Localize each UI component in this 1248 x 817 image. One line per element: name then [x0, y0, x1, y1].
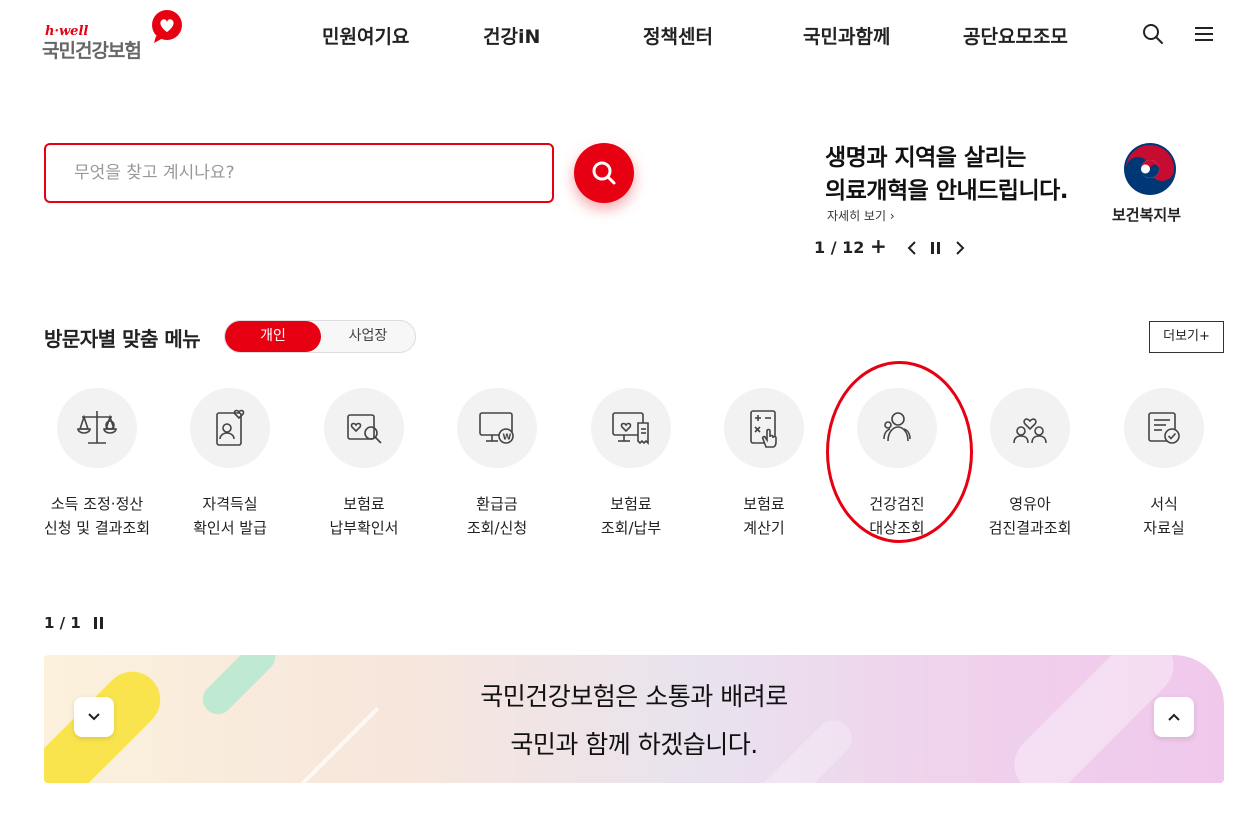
- menu-label: 환급금 조회/신청: [466, 495, 528, 537]
- taegeuk-logo-icon: [1124, 143, 1176, 195]
- banner-plus-button[interactable]: +: [870, 234, 887, 258]
- pause-icon[interactable]: [93, 616, 105, 630]
- menu-icon-circle: [190, 388, 270, 468]
- menu-label: 영유아 검진결과조회: [988, 495, 1072, 537]
- menu-item-infant-checkup[interactable]: 영유아 검진결과조회: [963, 388, 1097, 548]
- document-search-icon: [347, 414, 382, 444]
- menu-icon-circle: [591, 388, 671, 468]
- logo[interactable]: h·well 국민건강보험: [42, 10, 192, 62]
- hamburger-menu-icon[interactable]: [1192, 22, 1216, 46]
- menu-item-eligibility-cert[interactable]: 자격득실 확인서 발급: [163, 388, 297, 548]
- nav-item-policy-center[interactable]: 정책센터: [643, 22, 713, 49]
- calculator-icon: [750, 410, 777, 448]
- menu-label: 보험료 계산기: [743, 495, 785, 537]
- menu-label: 보험료 납부확인서: [329, 495, 399, 537]
- menu-icon-circle: [990, 388, 1070, 468]
- search-button[interactable]: [574, 143, 634, 203]
- nav-item-minwon[interactable]: 민원여기요: [322, 22, 409, 49]
- menu-pager: 1 / 1: [44, 614, 81, 632]
- pause-icon[interactable]: [926, 237, 946, 259]
- chevron-up-icon[interactable]: [1154, 697, 1194, 737]
- menu-icon-circle: [57, 388, 137, 468]
- prev-arrow-icon[interactable]: [902, 237, 922, 259]
- visitor-type-toggle: 개인 사업장: [224, 320, 416, 353]
- tab-workplace[interactable]: 사업장: [321, 321, 415, 352]
- menu-icon-circle: [1124, 388, 1204, 468]
- menu-item-premium-calculator[interactable]: 보험료 계산기: [697, 388, 831, 548]
- menu-item-premium-payment[interactable]: 보험료 조회/납부: [564, 388, 698, 548]
- gov-org-name: 보건복지부: [1112, 206, 1182, 224]
- menu-item-refund[interactable]: W 환급금 조회/신청: [430, 388, 564, 548]
- family-heart-icon: [1013, 418, 1047, 444]
- more-button[interactable]: 더보기+: [1149, 321, 1224, 353]
- menu-label: 자격득실 확인서 발급: [193, 495, 267, 537]
- id-certificate-icon: [216, 409, 245, 446]
- banner-more-link[interactable]: 자세히 보기 ›: [827, 207, 895, 224]
- scale-icon: [77, 411, 117, 444]
- slogan-text: 국민건강보험은 소통과 배려로 국민과 함께 하겠습니다.: [480, 682, 788, 759]
- menu-item-payment-cert[interactable]: 보험료 납부확인서: [297, 388, 431, 548]
- menu-icon-circle: [724, 388, 804, 468]
- nav-item-about[interactable]: 공단요모조모: [963, 22, 1068, 49]
- menu-label: 소득 조정·정산 신청 및 결과조회: [43, 495, 151, 537]
- menu-item-checkup-target[interactable]: 건강검진 대상조회: [830, 388, 964, 548]
- next-arrow-icon[interactable]: [950, 237, 970, 259]
- section-title: 방문자별 맞춤 메뉴: [44, 327, 201, 351]
- tab-individual[interactable]: 개인: [225, 321, 321, 352]
- menu-label: 보험료 조회/납부: [600, 495, 662, 537]
- search-box: [44, 143, 554, 203]
- monitor-receipt-icon: [612, 412, 649, 445]
- slogan-banner: 국민건강보험은 소통과 배려로 국민과 함께 하겠습니다.: [44, 655, 1224, 783]
- search-icon[interactable]: [1141, 22, 1165, 46]
- search-input[interactable]: [74, 158, 524, 188]
- menu-icon-circle: [324, 388, 404, 468]
- svg-text:W: W: [503, 433, 512, 442]
- banner-counter: 1 / 12: [814, 238, 865, 257]
- chevron-down-icon[interactable]: [74, 697, 114, 737]
- menu-item-income-adjust[interactable]: 소득 조정·정산 신청 및 결과조회: [30, 388, 164, 548]
- logo-text: 국민건강보험: [42, 40, 142, 62]
- banner-title[interactable]: 생명과 지역을 살리는 의료개혁을 안내드립니다.: [825, 142, 1069, 208]
- form-library-icon: [1148, 412, 1180, 444]
- nav-item-with-people[interactable]: 국민과함께: [803, 22, 890, 49]
- menu-icon-circle: [857, 388, 937, 468]
- heart-bubble-icon: [152, 10, 182, 43]
- menu-icon-circle: W: [457, 388, 537, 468]
- menu-label: 서식 자료실: [1143, 495, 1185, 537]
- menu-item-form-library[interactable]: 서식 자료실: [1097, 388, 1231, 548]
- people-checkup-icon: [883, 412, 911, 442]
- search-icon: [592, 161, 616, 185]
- nav-item-health-in[interactable]: 건강iN: [483, 22, 540, 49]
- menu-label: 건강검진 대상조회: [869, 495, 925, 537]
- monitor-refund-icon: W: [479, 412, 514, 444]
